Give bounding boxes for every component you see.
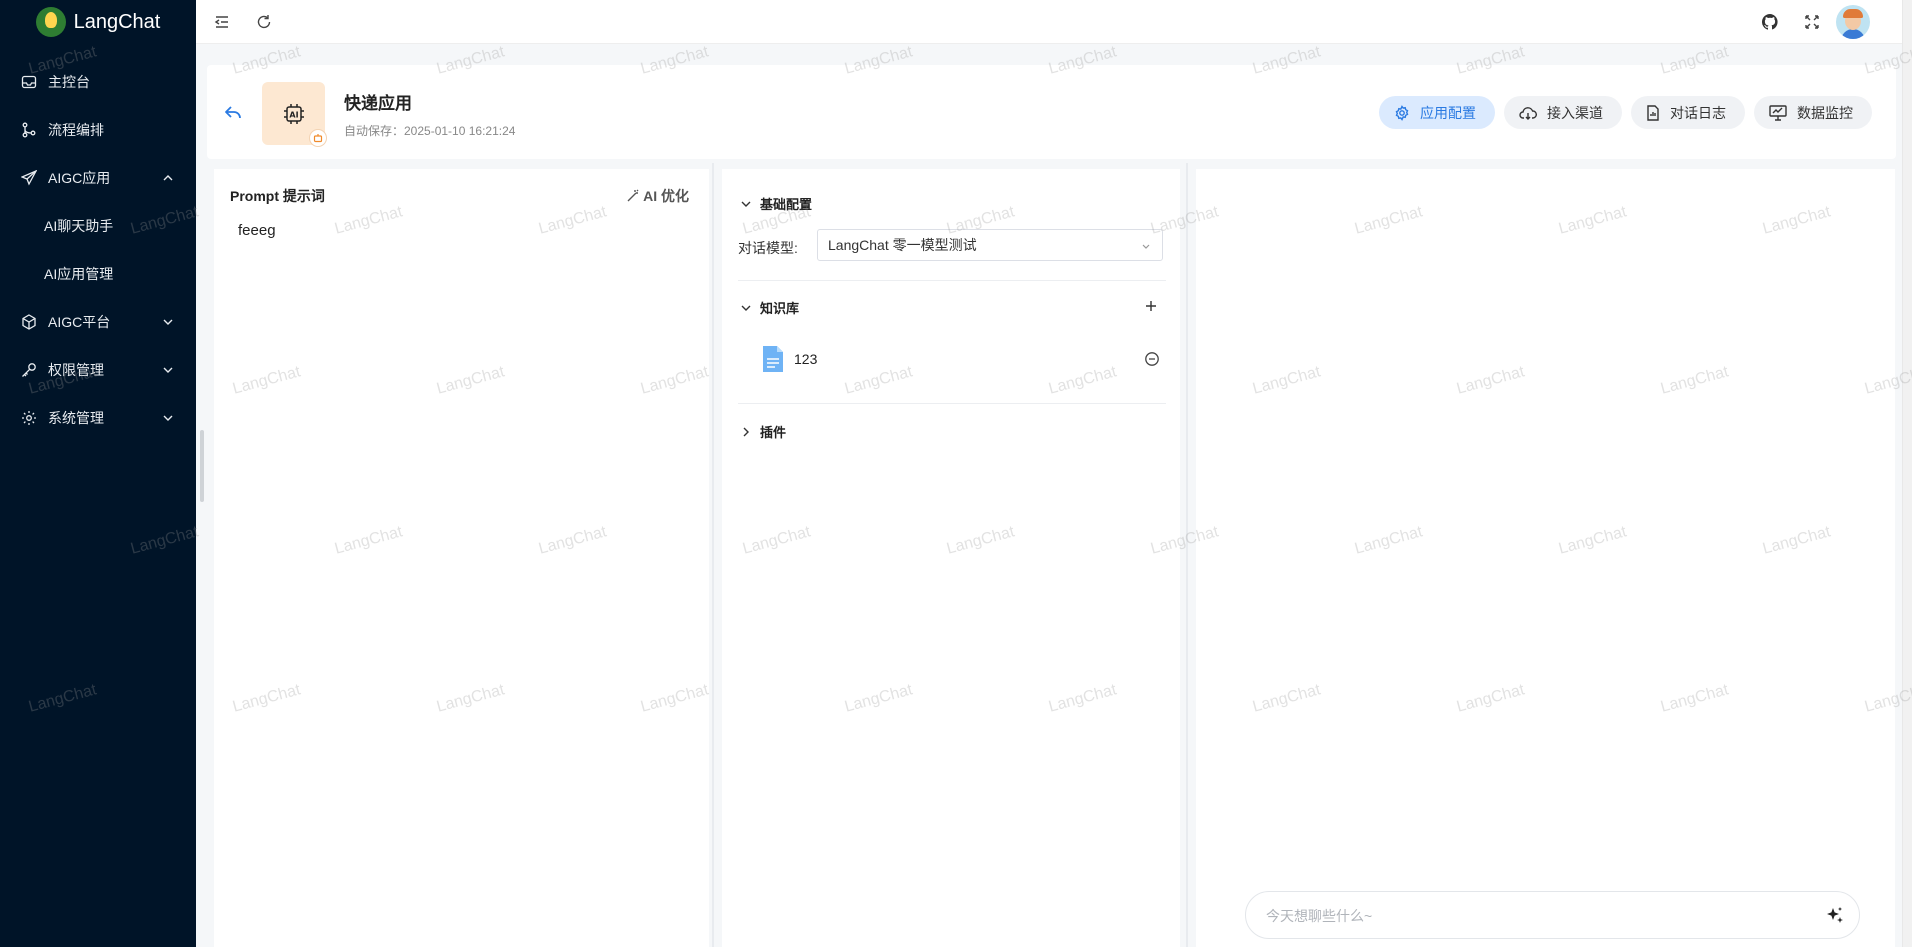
fullscreen-icon — [1805, 15, 1819, 29]
autosave-status: 自动保存：2025-01-10 16:21:24 — [344, 124, 516, 138]
sidebar-item-aigc-platform[interactable]: AIGC平台 — [0, 298, 196, 346]
panel-divider[interactable] — [712, 163, 714, 947]
cloud-icon — [1519, 106, 1537, 120]
chat-preview-panel — [1196, 169, 1895, 947]
page-scrollbar[interactable] — [1902, 0, 1912, 947]
model-select-value: LangChat 零一模型测试 — [828, 237, 977, 253]
inbox-icon — [20, 73, 38, 91]
cube-icon — [20, 313, 38, 331]
user-avatar[interactable] — [1836, 5, 1870, 39]
ai-chip-icon: AI — [283, 103, 304, 124]
add-knowledge-button[interactable] — [1142, 297, 1160, 315]
sidebar-item-ai-app-management[interactable]: AI应用管理 — [0, 250, 196, 298]
section-knowledge-base[interactable]: 知识库 — [740, 298, 799, 317]
top-bar — [196, 0, 1912, 44]
section-basic-config[interactable]: 基础配置 — [740, 194, 812, 213]
plus-icon — [1146, 301, 1156, 311]
robot-badge-icon — [309, 129, 327, 147]
monitor-icon — [1769, 104, 1787, 121]
sparkle-icon[interactable] — [1825, 906, 1845, 926]
document-icon — [1647, 104, 1659, 121]
tab-label: 数据监控 — [1797, 104, 1853, 121]
section-plugins[interactable]: 插件 — [740, 422, 786, 441]
sidebar-item-dashboard[interactable]: 主控台 — [0, 58, 196, 106]
sidebar-item-aigc-app[interactable]: AIGC应用 — [0, 154, 196, 202]
menu-fold-icon — [214, 16, 228, 28]
github-button[interactable] — [1759, 11, 1781, 33]
prompt-editor[interactable]: feeeg — [238, 222, 276, 239]
brand-logo[interactable]: LangChat — [0, 0, 196, 44]
chevron-up-icon — [163, 175, 173, 181]
tab-label: 应用配置 — [1420, 104, 1476, 121]
back-arrow-icon — [225, 106, 241, 119]
chat-input-box[interactable] — [1245, 891, 1860, 939]
chevron-down-icon — [1142, 244, 1150, 249]
sidebar-item-permissions[interactable]: 权限管理 — [0, 346, 196, 394]
collapse-menu-button[interactable] — [211, 11, 233, 33]
tab-chat-logs[interactable]: 对话日志 — [1631, 96, 1745, 129]
sidebar: LangChat 主控台 流程编排 AIGC应用 AI聊天助手 AI应用管理 A… — [0, 0, 204, 947]
sidebar-nav: 主控台 流程编排 AIGC应用 AI聊天助手 AI应用管理 AIGC平台 权限管… — [0, 58, 196, 442]
svg-text:AI: AI — [289, 110, 298, 119]
remove-circle-icon[interactable] — [1144, 351, 1160, 367]
sidebar-item-label: 权限管理 — [48, 362, 104, 378]
github-icon — [1762, 14, 1778, 30]
model-select[interactable]: LangChat 零一模型测试 — [817, 229, 1163, 261]
sidebar-item-label: AIGC平台 — [48, 314, 111, 330]
chevron-down-icon — [741, 305, 751, 311]
parrot-logo-icon — [35, 7, 66, 37]
sidebar-item-label: 系统管理 — [48, 410, 104, 426]
sidebar-item-ai-chat-assistant[interactable]: AI聊天助手 — [0, 202, 196, 250]
gear-icon — [20, 409, 38, 427]
section-title: 基础配置 — [760, 197, 813, 212]
chevron-down-icon — [741, 201, 751, 207]
sidebar-item-label: AIGC应用 — [48, 170, 111, 186]
ai-optimize-button[interactable]: AI 优化 — [626, 186, 689, 206]
sidebar-resize-handle[interactable] — [200, 430, 204, 502]
tab-app-config[interactable]: 应用配置 — [1379, 96, 1495, 129]
divider — [738, 403, 1166, 404]
back-button[interactable] — [221, 101, 245, 125]
section-title: 知识库 — [760, 301, 800, 316]
section-title: 插件 — [760, 425, 787, 440]
brand-name: LangChat — [73, 10, 161, 33]
ai-optimize-label: AI 优化 — [643, 188, 689, 204]
app-tabs: 应用配置 接入渠道 对话日志 数据监控 — [1379, 96, 1872, 129]
app-header: AI 快递应用 自动保存：2025-01-10 16:21:24 应用配置 接入… — [207, 65, 1896, 159]
config-panel: 基础配置 对话模型: LangChat 零一模型测试 知识库 123 插件 — [722, 169, 1180, 947]
send-icon — [20, 169, 38, 187]
document-icon — [763, 346, 783, 372]
sidebar-item-label: 主控台 — [48, 74, 90, 90]
chevron-down-icon — [163, 415, 173, 421]
prompt-title: Prompt 提示词 — [230, 188, 325, 204]
sidebar-subitem-label: AI聊天助手 — [44, 218, 114, 234]
app-icon[interactable]: AI — [262, 82, 327, 147]
knowledge-item-name: 123 — [794, 351, 818, 367]
fullscreen-button[interactable] — [1801, 11, 1823, 33]
chat-input[interactable] — [1266, 904, 1806, 928]
knowledge-item[interactable]: 123 — [762, 345, 817, 373]
tab-label: 对话日志 — [1670, 104, 1726, 121]
tab-data-monitor[interactable]: 数据监控 — [1754, 96, 1872, 129]
tab-channels[interactable]: 接入渠道 — [1504, 96, 1622, 129]
flow-icon — [20, 121, 38, 139]
magic-wand-icon — [627, 189, 639, 202]
sidebar-item-label: 流程编排 — [48, 122, 104, 138]
chevron-down-icon — [163, 319, 173, 325]
sidebar-item-system[interactable]: 系统管理 — [0, 394, 196, 442]
sidebar-item-flow[interactable]: 流程编排 — [0, 106, 196, 154]
app-title: 快递应用 — [344, 94, 412, 113]
refresh-button[interactable] — [253, 11, 275, 33]
model-label: 对话模型: — [738, 240, 798, 256]
key-icon — [20, 361, 38, 379]
prompt-panel: Prompt 提示词 AI 优化 feeeg — [214, 169, 709, 947]
chevron-down-icon — [163, 367, 173, 373]
tab-label: 接入渠道 — [1547, 104, 1603, 121]
divider — [738, 280, 1166, 281]
refresh-icon — [257, 15, 271, 29]
sidebar-subitem-label: AI应用管理 — [44, 266, 114, 282]
gear-icon — [1395, 104, 1409, 121]
chevron-right-icon — [743, 427, 749, 436]
panel-divider[interactable] — [1186, 163, 1188, 947]
